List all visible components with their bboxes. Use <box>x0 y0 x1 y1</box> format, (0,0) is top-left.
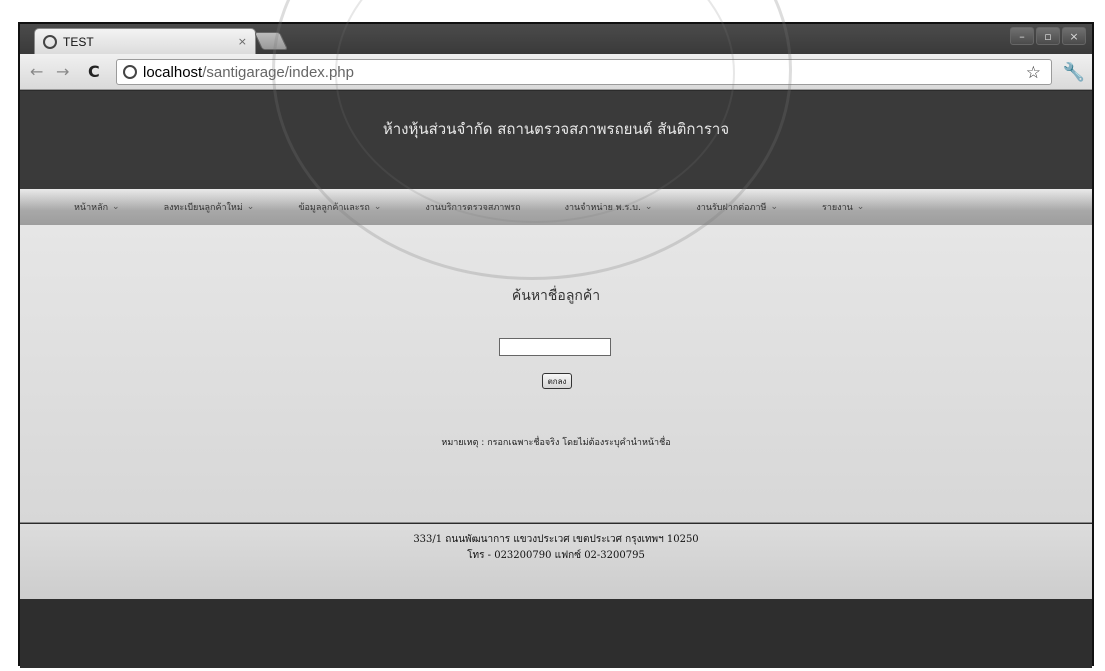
back-arrow-icon[interactable]: ← <box>30 62 43 81</box>
menu-item-label: ข้อมูลลูกค้าและรถ <box>298 203 370 213</box>
search-title: ค้นหาชื่อลูกค้า <box>511 288 601 304</box>
address-bar[interactable]: localhost/santigarage/index.php ☆ 🔧 <box>116 59 1085 85</box>
chevron-down-icon: ⌄ <box>770 202 779 212</box>
url-host: localhost <box>143 63 203 81</box>
browser-tabstrip: TEST × – ▫ × <box>20 24 1092 54</box>
close-window-button[interactable]: × <box>1062 27 1086 45</box>
page-icon <box>123 65 137 79</box>
tab-close-icon[interactable]: × <box>238 35 247 48</box>
customer-name-input[interactable] <box>499 338 611 356</box>
menu-item-register-customer[interactable]: ลงทะเบียนลูกค้าใหม่ ⌄ <box>164 200 255 214</box>
chevron-down-icon: ⌄ <box>856 202 865 212</box>
web-page: ห้างหุ้นส่วนจำกัด สถานตรวจสภาพรถยนต์ สัน… <box>20 91 1092 599</box>
chevron-down-icon: ⌄ <box>246 202 255 212</box>
browser-toolbar: ← → C localhost/santigarage/index.php ☆ … <box>20 54 1092 90</box>
menu-item-label: งานรับฝากต่อภาษี <box>696 203 767 213</box>
site-footer: 333/1 ถนนพัฒนาการ แขวงประเวศ เขตประเวศ ก… <box>20 524 1092 599</box>
menu-item-label: ลงทะเบียนลูกค้าใหม่ <box>163 203 243 213</box>
maximize-button[interactable]: ▫ <box>1036 27 1060 45</box>
footer-contact: โทร - 023200790 แฟกซ์ 02-3200795 <box>467 550 645 561</box>
menu-item-label: รายงาน <box>822 203 853 213</box>
wrench-icon[interactable]: 🔧 <box>1063 62 1085 83</box>
menu-item-tax-renewal[interactable]: งานรับฝากต่อภาษี ⌄ <box>696 200 778 214</box>
search-note: หมายเหตุ : กรอกเฉพาะชื่อจริง โดยไม่ต้องร… <box>441 438 671 448</box>
chevron-down-icon: ⌄ <box>373 202 382 212</box>
browser-tab[interactable]: TEST × <box>34 28 256 54</box>
forward-arrow-icon[interactable]: → <box>56 62 69 81</box>
page-icon <box>43 34 57 49</box>
menu-item-label: หน้าหลัก <box>74 203 109 213</box>
minimize-button[interactable]: – <box>1010 27 1034 45</box>
main-menu: หน้าหลัก ⌄ ลงทะเบียนลูกค้าใหม่ ⌄ ข้อมูลล… <box>20 189 1092 225</box>
menu-item-label: งานบริการตรวจสภาพรถ <box>425 203 521 213</box>
menu-item-insurance-sales[interactable]: งานจำหน่าย พ.ร.บ. ⌄ <box>565 200 653 214</box>
menu-item-inspection-service[interactable]: งานบริการตรวจสภาพรถ <box>425 200 520 214</box>
site-header: ห้างหุ้นส่วนจำกัด สถานตรวจสภาพรถยนต์ สัน… <box>20 91 1092 189</box>
ok-button[interactable]: ตกลง <box>542 373 572 389</box>
menu-item-home[interactable]: หน้าหลัก ⌄ <box>74 200 120 214</box>
window-controls: – ▫ × <box>1010 27 1086 45</box>
url-path: /santigarage/index.php <box>202 63 354 81</box>
new-tab-button[interactable] <box>253 32 289 50</box>
site-title: ห้างหุ้นส่วนจำกัด สถานตรวจสภาพรถยนต์ สัน… <box>382 120 730 138</box>
menu-item-reports[interactable]: รายงาน ⌄ <box>822 200 864 214</box>
tab-title: TEST <box>63 34 94 49</box>
scanned-screenshot-frame: TEST × – ▫ × ← → C localhost/santigarage… <box>18 22 1094 668</box>
bookmark-star-icon[interactable]: ☆ <box>1026 63 1041 83</box>
menu-item-customer-data[interactable]: ข้อมูลลูกค้าและรถ ⌄ <box>298 200 381 214</box>
search-panel: ค้นหาชื่อลูกค้า ตกลง หมายเหตุ : กรอกเฉพา… <box>20 225 1092 523</box>
chevron-down-icon: ⌄ <box>112 202 120 212</box>
footer-address: 333/1 ถนนพัฒนาการ แขวงประเวศ เขตประเวศ ก… <box>413 534 699 545</box>
reload-icon[interactable]: C <box>88 62 100 81</box>
chevron-down-icon: ⌄ <box>644 202 653 212</box>
page-bottom-area <box>20 599 1092 668</box>
menu-item-label: งานจำหน่าย พ.ร.บ. <box>564 203 641 213</box>
